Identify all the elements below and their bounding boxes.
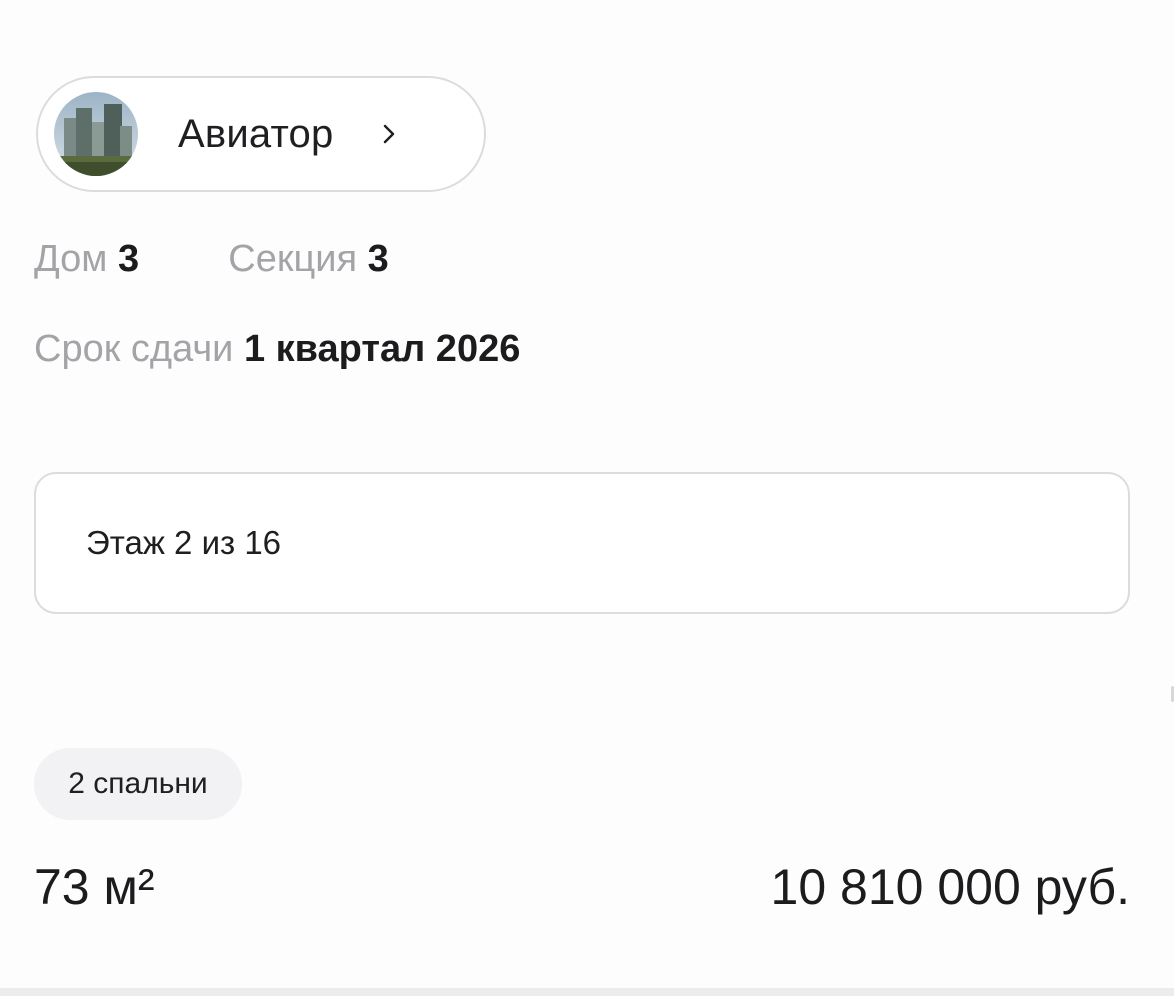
bedrooms-chip: 2 спальни: [34, 748, 242, 820]
complex-name: Авиатор: [178, 111, 334, 156]
house-section-row: Дом 3 Секция 3: [34, 238, 389, 281]
price-value: 10 810 000 руб.: [770, 859, 1130, 915]
building-photo-icon: [54, 92, 138, 176]
section-label: Секция: [228, 238, 358, 280]
floor-text: Этаж 2 из 16: [86, 524, 282, 561]
area-value: 73 м²: [34, 859, 155, 915]
floor-info-box: Этаж 2 из 16: [34, 472, 1130, 614]
apartment-card: Авиатор Дом 3 Секция 3 Срок сдачи 1 квар…: [0, 0, 1174, 996]
deadline-row: Срок сдачи 1 квартал 2026: [34, 328, 520, 371]
deadline-label: Срок сдачи: [34, 328, 234, 370]
card-bottom-divider: [0, 988, 1174, 996]
chevron-right-icon: [377, 122, 401, 146]
bedrooms-text: 2 спальни: [68, 767, 208, 800]
house-label: Дом: [34, 238, 108, 280]
section-value: 3: [367, 238, 389, 280]
house-value: 3: [117, 238, 140, 280]
deadline-value: 1 квартал 2026: [243, 328, 521, 370]
complex-link-button[interactable]: Авиатор: [36, 76, 486, 192]
